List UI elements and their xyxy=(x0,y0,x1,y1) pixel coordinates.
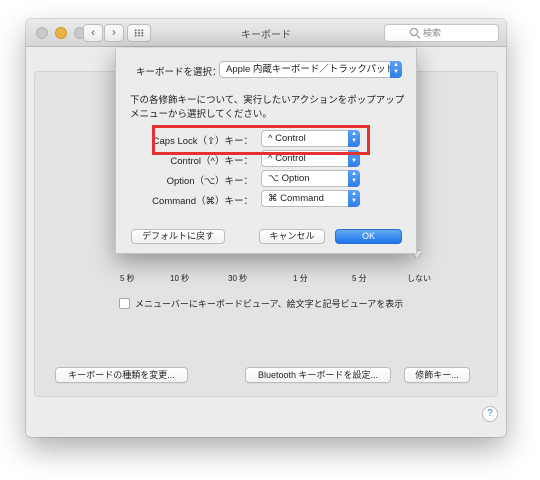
modifier-keys-button[interactable]: 修飾キー... xyxy=(404,367,470,383)
ok-button[interactable]: OK xyxy=(335,229,402,244)
keyboard-select-popup[interactable]: Apple 内蔵キーボード／トラックパッド ▲ ▼ xyxy=(219,61,402,78)
option-key-label: Option（⌥）キー： xyxy=(166,176,253,187)
keyboard-select-label: キーボードを選択： xyxy=(136,67,222,78)
keyboard-select-value: Apple 内蔵キーボード／トラックパッド xyxy=(226,64,395,75)
setup-bluetooth-keyboard-button[interactable]: Bluetooth キーボードを設定... xyxy=(245,367,391,383)
title-bar: ‹ › キーボード 検索 xyxy=(26,19,506,47)
control-key-label: Control（^）キー： xyxy=(170,156,253,167)
option-action-popup[interactable]: ⌥ Option ▲ ▼ xyxy=(261,170,360,187)
search-placeholder: 検索 xyxy=(423,28,442,38)
command-action-popup[interactable]: ⌘ Command ▲ ▼ xyxy=(261,190,360,207)
slider-tick-label: 1 分 xyxy=(293,274,308,283)
slider-tick-label: 10 秒 xyxy=(170,274,190,283)
slider-tick-label: 30 秒 xyxy=(228,274,248,283)
option-action-value: ⌥ Option xyxy=(268,173,310,184)
popup-arrows-icon: ▲ ▼ xyxy=(390,61,402,78)
popup-arrows-icon: ▲ ▼ xyxy=(348,170,360,187)
popup-arrows-icon: ▲ ▼ xyxy=(348,190,360,207)
search-icon xyxy=(410,28,418,36)
slider-tick-label: しない xyxy=(407,274,431,283)
keyboard-viewer-label: メニューバーにキーボードビューア、絵文字と記号ビューアを表示 xyxy=(135,299,404,309)
cancel-button[interactable]: キャンセル xyxy=(259,229,325,244)
command-action-value: ⌘ Command xyxy=(268,193,324,204)
change-keyboard-type-button[interactable]: キーボードの種類を変更... xyxy=(55,367,188,383)
search-field[interactable]: 検索 xyxy=(384,24,499,42)
caps-lock-highlight-box xyxy=(152,125,370,155)
instruction-text: 下の各修飾キーについて、実行したいアクションをポップアップメニューから選択してく… xyxy=(130,95,405,120)
slider-tick-label: 5 分 xyxy=(352,274,367,283)
help-button[interactable]: ? xyxy=(482,406,498,422)
command-key-label: Command（⌘）キー： xyxy=(152,196,253,207)
slider-tick-label: 5 秒 xyxy=(120,274,135,283)
keyboard-viewer-option[interactable]: メニューバーにキーボードビューア、絵文字と記号ビューアを表示 xyxy=(119,297,403,310)
restore-defaults-button[interactable]: デフォルトに戻す xyxy=(131,229,225,244)
keyboard-viewer-checkbox[interactable] xyxy=(119,298,130,309)
